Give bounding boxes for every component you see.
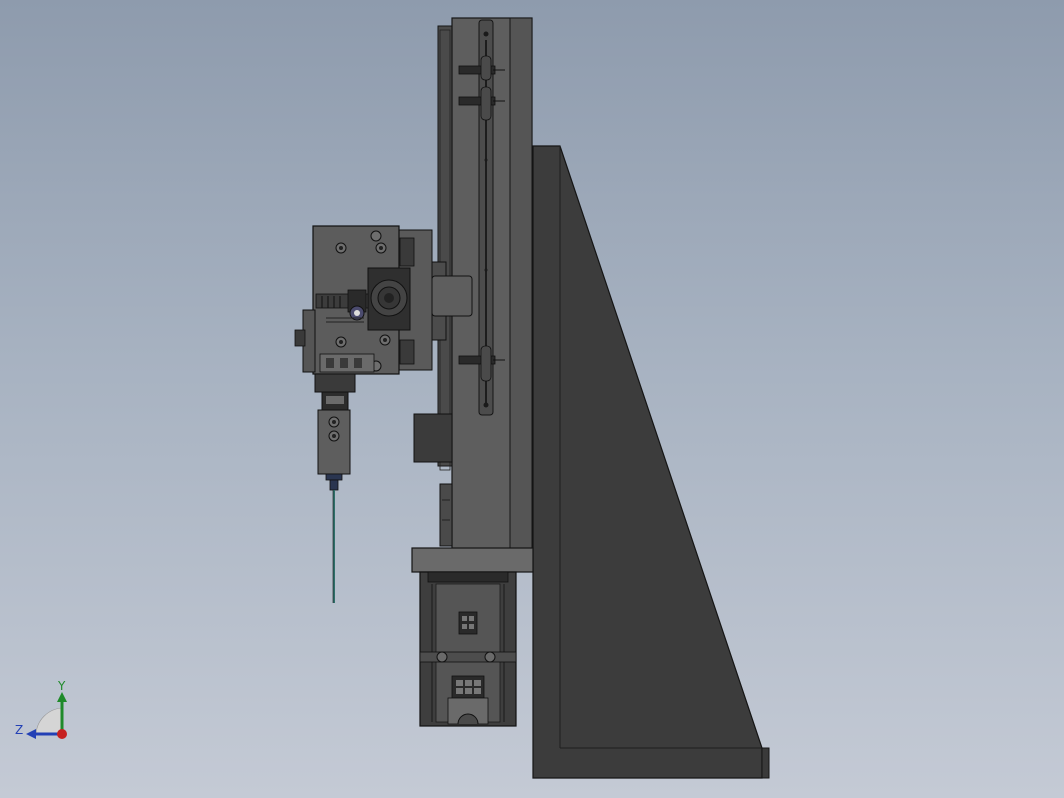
lower-block [413,413,453,547]
cad-model-view[interactable] [0,0,1064,798]
x-axis-dot [57,729,67,739]
dispensing-needle [332,490,335,603]
tool-holder [314,373,356,491]
support-gusset [532,145,770,779]
z-head-block [294,225,411,375]
triad-plane-indicator [35,707,63,735]
servo-motor [419,571,517,727]
base-plate [411,547,534,573]
z-axis-arrowhead [26,729,36,739]
z-axis-label: Z [15,723,23,737]
orientation-triad[interactable]: Y Z [0,0,100,770]
y-axis-arrowhead [57,692,67,702]
graphics-viewport[interactable]: Y Z [0,0,1064,798]
y-axis-label: Y [57,679,66,693]
